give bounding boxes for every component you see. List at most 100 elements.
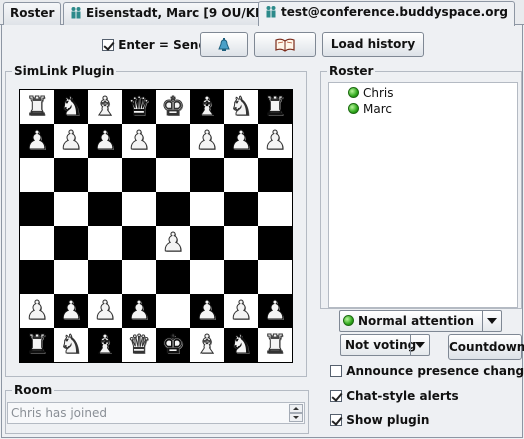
board-square[interactable]: ♝ [88, 328, 122, 362]
chess-piece[interactable]: ♟ [263, 298, 287, 325]
chess-piece[interactable]: ♟ [127, 298, 151, 325]
board-square[interactable]: ♟ [54, 294, 88, 328]
chess-piece[interactable]: ♚ [161, 332, 185, 359]
board-square[interactable]: ♟ [224, 124, 258, 158]
chess-board[interactable]: ♜ ♞ ♝ ♛ ♚ ♝ ♞ ♜ ♟ ♟ ♟ ♟ ♟ ♟ ♟ ♟ ♟ ♟ ♟ ♟ ♟ ♟ ♟ ♜ ♞ ♝ ♛ ♚ ♝ ♞ ♜ [19, 89, 293, 363]
show-plugin-option[interactable]: Show plugin [330, 413, 429, 427]
spinner-down-icon[interactable] [289, 413, 303, 422]
announce-presence-checkbox[interactable] [330, 365, 342, 377]
smileys-button[interactable] [254, 32, 316, 57]
chess-piece[interactable]: ♜ [25, 332, 49, 359]
board-square[interactable]: ♟ [122, 124, 156, 158]
chevron-down-icon[interactable] [410, 335, 429, 355]
chess-piece[interactable]: ♟ [127, 128, 151, 155]
board-square[interactable] [156, 158, 190, 192]
board-square[interactable] [224, 260, 258, 294]
board-square[interactable] [88, 158, 122, 192]
board-square[interactable] [122, 260, 156, 294]
chess-piece[interactable]: ♟ [195, 298, 219, 325]
board-square[interactable]: ♝ [190, 90, 224, 124]
board-square[interactable] [258, 158, 292, 192]
chess-piece[interactable]: ♟ [195, 128, 219, 155]
board-square[interactable] [224, 226, 258, 260]
enter-send-option[interactable]: Enter = Send [102, 38, 207, 52]
chess-piece[interactable]: ♛ [127, 332, 151, 359]
board-square[interactable] [88, 226, 122, 260]
board-square[interactable]: ♞ [224, 90, 258, 124]
alert-button[interactable] [200, 32, 248, 57]
board-square[interactable] [156, 124, 190, 158]
board-square[interactable] [190, 226, 224, 260]
board-square[interactable]: ♛ [122, 328, 156, 362]
roster-list[interactable]: Chris Marc [328, 82, 518, 308]
chess-piece[interactable]: ♞ [59, 94, 83, 121]
board-square[interactable] [20, 158, 54, 192]
board-square[interactable]: ♟ [258, 124, 292, 158]
board-square[interactable] [122, 226, 156, 260]
roster-item-marc[interactable]: Marc [348, 101, 392, 117]
roster-item-chris[interactable]: Chris [348, 85, 394, 101]
board-square[interactable] [258, 260, 292, 294]
board-square[interactable] [156, 192, 190, 226]
board-square[interactable] [190, 260, 224, 294]
board-square[interactable]: ♜ [258, 90, 292, 124]
board-square[interactable] [224, 158, 258, 192]
chess-piece[interactable]: ♟ [93, 128, 117, 155]
attention-select[interactable]: Normal attention [339, 310, 502, 332]
board-square[interactable] [20, 226, 54, 260]
chess-piece[interactable]: ♛ [127, 94, 151, 121]
chess-piece[interactable]: ♟ [229, 298, 253, 325]
chess-piece[interactable]: ♞ [229, 94, 253, 121]
chess-piece[interactable]: ♞ [229, 332, 253, 359]
board-square[interactable]: ♝ [88, 90, 122, 124]
enter-send-checkbox[interactable] [102, 39, 114, 51]
chess-piece[interactable]: ♟ [263, 128, 287, 155]
board-square[interactable] [156, 260, 190, 294]
board-square[interactable]: ♚ [156, 90, 190, 124]
tab-roster[interactable]: Roster [3, 2, 62, 25]
chess-piece[interactable]: ♟ [93, 298, 117, 325]
board-square[interactable]: ♟ [190, 124, 224, 158]
chess-piece[interactable]: ♝ [195, 94, 219, 121]
board-square[interactable]: ♞ [54, 90, 88, 124]
board-square[interactable]: ♜ [20, 328, 54, 362]
board-square[interactable]: ♜ [20, 90, 54, 124]
board-square[interactable] [258, 226, 292, 260]
tab-conference[interactable]: test@conference.buddyspace.org [258, 1, 515, 26]
board-square[interactable]: ♜ [258, 328, 292, 362]
chess-piece[interactable]: ♟ [161, 230, 185, 257]
board-square[interactable] [20, 192, 54, 226]
board-square[interactable] [156, 294, 190, 328]
board-square[interactable] [54, 192, 88, 226]
chess-piece[interactable]: ♞ [59, 332, 83, 359]
board-square[interactable]: ♛ [122, 90, 156, 124]
board-square[interactable] [122, 192, 156, 226]
chevron-down-icon[interactable] [482, 311, 501, 331]
board-square[interactable]: ♟ [88, 124, 122, 158]
chess-piece[interactable]: ♚ [161, 94, 185, 121]
board-square[interactable]: ♟ [122, 294, 156, 328]
chess-piece[interactable]: ♝ [195, 332, 219, 359]
spinner-up-icon[interactable] [289, 404, 303, 413]
board-square[interactable]: ♚ [156, 328, 190, 362]
board-square[interactable]: ♞ [54, 328, 88, 362]
room-spinner[interactable] [289, 404, 303, 422]
board-square[interactable] [54, 226, 88, 260]
board-square[interactable]: ♟ [190, 294, 224, 328]
show-plugin-checkbox[interactable] [330, 414, 342, 426]
chess-piece[interactable]: ♟ [59, 128, 83, 155]
chess-piece[interactable]: ♝ [93, 332, 117, 359]
board-square[interactable] [190, 158, 224, 192]
chess-piece[interactable]: ♟ [25, 128, 49, 155]
board-square[interactable] [54, 158, 88, 192]
board-square[interactable] [88, 192, 122, 226]
board-square[interactable]: ♟ [54, 124, 88, 158]
chess-piece[interactable]: ♜ [263, 94, 287, 121]
chat-style-alerts-option[interactable]: Chat-style alerts [330, 389, 459, 403]
countdown-button[interactable]: Countdown [448, 334, 524, 360]
chess-piece[interactable]: ♝ [93, 94, 117, 121]
chess-piece[interactable]: ♜ [263, 332, 287, 359]
board-square[interactable]: ♟ [20, 294, 54, 328]
board-square[interactable] [122, 158, 156, 192]
chess-piece[interactable]: ♟ [229, 128, 253, 155]
